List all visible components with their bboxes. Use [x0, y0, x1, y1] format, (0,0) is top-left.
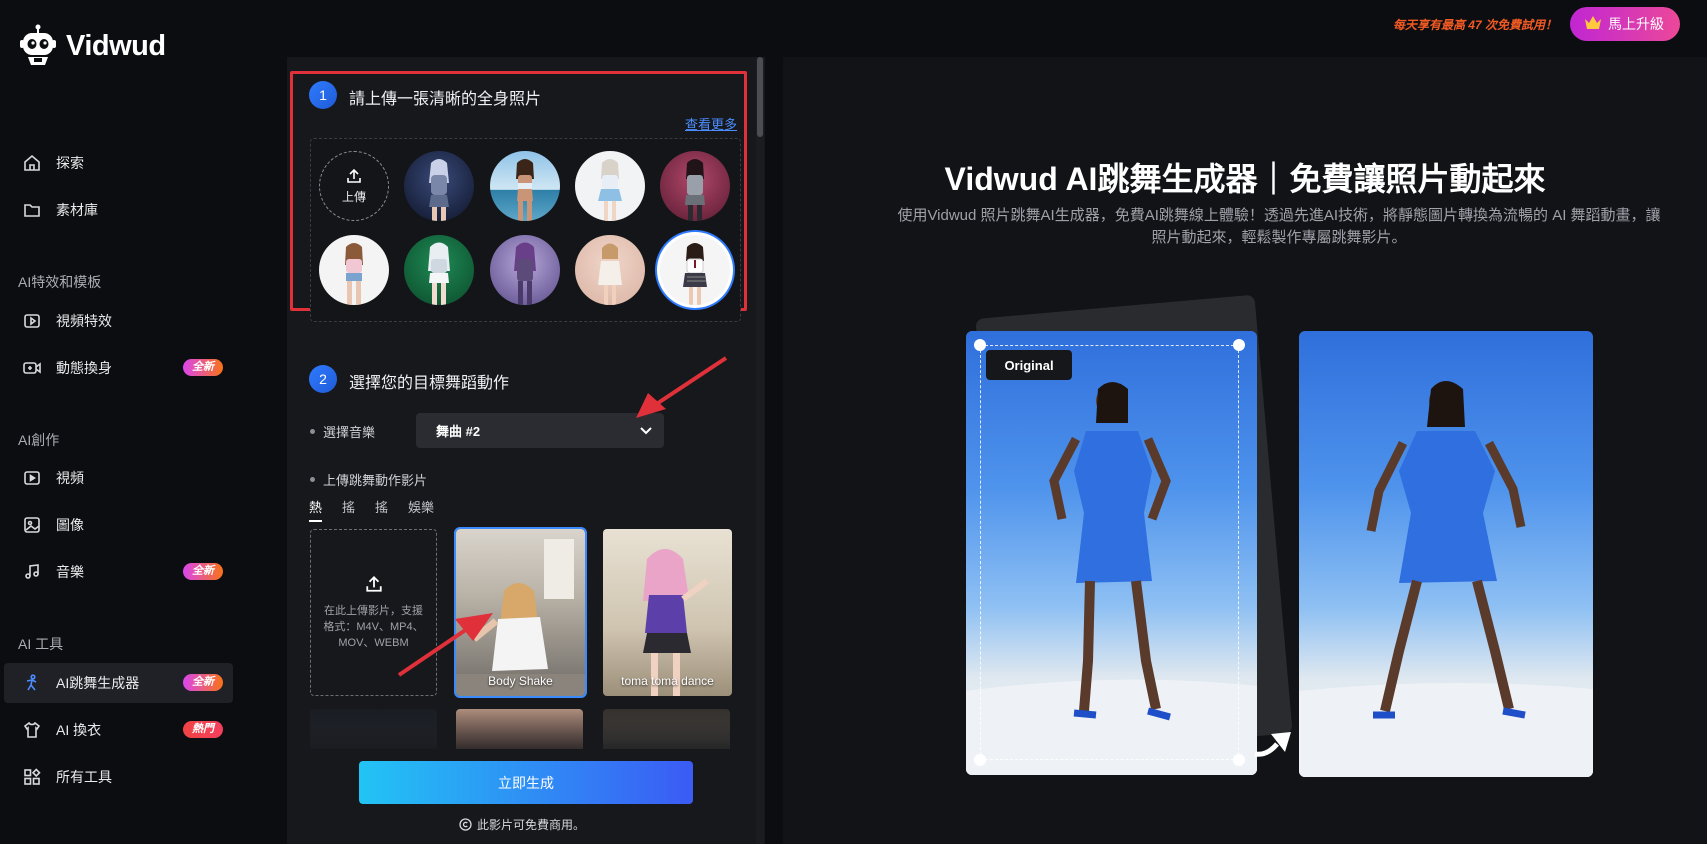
- avatar-option[interactable]: [404, 235, 474, 305]
- free-commercial-note: 此影片可免費商用。: [459, 816, 585, 833]
- dancer-thumbnail: [643, 549, 709, 696]
- model-figure-dancing: [1299, 381, 1593, 777]
- sidebar-item-label: 探索: [56, 155, 84, 171]
- upgrade-label: 馬上升級: [1608, 16, 1664, 32]
- crop-handle[interactable]: [1233, 339, 1245, 351]
- music-icon: [22, 562, 42, 582]
- avatar-option[interactable]: [575, 151, 645, 221]
- promo-text: 每天享有最高 47 次免費試用！: [1392, 18, 1557, 32]
- sidebar-item-library[interactable]: 素材庫: [4, 190, 233, 230]
- video-caption: toma toma dance: [621, 674, 714, 688]
- crop-handle[interactable]: [1233, 754, 1245, 766]
- video-option-toma-toma[interactable]: toma toma dance: [603, 529, 732, 696]
- sidebar-item-image[interactable]: 圖像: [4, 505, 233, 545]
- sidebar-item-video[interactable]: 視頻: [4, 458, 233, 498]
- music-label-text: 選擇音樂: [323, 425, 376, 440]
- upload-video-label-text: 上傳跳舞動作影片: [323, 473, 428, 488]
- sidebar-item-label: 素材庫: [56, 202, 98, 218]
- sidebar-item-ai-dance[interactable]: AI跳舞生成器 全新: [4, 663, 233, 703]
- sidebar-item-label: AI跳舞生成器: [56, 675, 140, 691]
- app-root: Vidwud 探索 素材庫 AI特效和模板 視頻特效 動態換身 全新 AI創作 …: [0, 0, 1707, 844]
- logo-text: Vidwud: [66, 29, 166, 62]
- new-badge: 全新: [183, 563, 223, 580]
- grid-icon: [22, 767, 42, 787]
- avatar-option[interactable]: [660, 151, 730, 221]
- logo[interactable]: Vidwud: [20, 24, 166, 68]
- scroll-thumb[interactable]: [757, 57, 763, 137]
- new-badge: 全新: [183, 359, 223, 376]
- see-more-link[interactable]: 查看更多: [685, 114, 737, 133]
- panel-scrollbar[interactable]: [756, 57, 764, 844]
- sidebar-item-ai-clothes[interactable]: AI 換衣 熱門: [4, 710, 233, 750]
- video-play-icon: [22, 468, 42, 488]
- chevron-down-icon: [640, 426, 652, 434]
- sidebar-item-music[interactable]: 音樂 全新: [4, 552, 233, 592]
- tab-shake-1[interactable]: 搖: [342, 497, 355, 522]
- sidebar-item-label: 圖像: [56, 517, 84, 533]
- crop-frame[interactable]: [980, 345, 1239, 760]
- upgrade-button[interactable]: 馬上升級: [1570, 7, 1680, 41]
- image-icon: [22, 515, 42, 535]
- avatar-option[interactable]: [404, 151, 474, 221]
- folder-icon: [22, 200, 42, 220]
- section-title-tools: AI 工具: [18, 636, 64, 652]
- avatar-option[interactable]: [319, 235, 389, 305]
- curved-arrow-icon: [1254, 732, 1291, 757]
- copyright-icon: [459, 818, 472, 831]
- upload-icon: [347, 168, 361, 183]
- camera-swap-icon: [22, 358, 42, 378]
- upload-label: 上傳: [341, 189, 366, 204]
- step2-title: 選擇您的目標舞蹈動作: [349, 375, 510, 392]
- result-photo: [1299, 331, 1593, 777]
- sidebar-item-label: 動態換身: [56, 360, 112, 376]
- shirt-icon: [22, 720, 42, 740]
- section-title-creation: AI創作: [18, 432, 60, 448]
- sidebar-item-label: 音樂: [56, 564, 84, 580]
- sidebar-item-label: 所有工具: [56, 769, 112, 785]
- section-title-effects: AI特效和模板: [18, 274, 102, 290]
- avatar-option[interactable]: [575, 235, 645, 305]
- free-note-text: 此影片可免費商用。: [477, 818, 586, 832]
- sidebar-item-face-swap[interactable]: 動態換身 全新: [4, 348, 233, 388]
- page-title: Vidwud AI跳舞生成器｜免費讓照片動起來: [944, 161, 1546, 197]
- tab-shake-2[interactable]: 搖: [375, 497, 388, 522]
- panel-fade: [287, 700, 756, 760]
- dance-icon: [22, 673, 42, 693]
- dance-category-tabs: 熱 搖 搖 娛樂: [309, 497, 434, 522]
- upload-photo-button[interactable]: 上傳: [319, 151, 389, 221]
- avatar-option-selected[interactable]: [660, 235, 730, 305]
- sidebar-item-all-tools[interactable]: 所有工具: [4, 757, 233, 797]
- music-label: 選擇音樂: [310, 422, 375, 441]
- page-subtitle: 使用Vidwud 照片跳舞AI生成器，免費AI跳舞線上體驗！透過先進AI技術，將…: [897, 207, 1661, 246]
- crop-handle[interactable]: [974, 754, 986, 766]
- music-select[interactable]: 舞曲 #2: [416, 413, 664, 448]
- step1-title: 請上傳一張清晰的全身照片: [349, 91, 542, 108]
- arrow-annotation: [397, 613, 493, 677]
- tab-entertainment[interactable]: 娛樂: [408, 497, 434, 522]
- home-icon: [22, 153, 42, 173]
- music-select-value: 舞曲 #2: [436, 424, 481, 439]
- sidebar-item-video-effects[interactable]: 視頻特效: [4, 301, 233, 341]
- step-number-2: 2: [309, 365, 337, 393]
- avatar-option[interactable]: [490, 235, 560, 305]
- sidebar-item-label: AI 換衣: [56, 722, 102, 738]
- original-tag: Original: [986, 350, 1072, 380]
- arrow-annotation: [636, 356, 728, 418]
- sidebar-item-label: 視頻: [56, 470, 84, 486]
- upload-icon: [365, 575, 382, 592]
- sidebar-item-explore[interactable]: 探索: [4, 143, 233, 183]
- crown-icon: [1584, 15, 1602, 34]
- video-effect-icon: [22, 311, 42, 331]
- new-badge: 全新: [183, 674, 223, 691]
- robot-logo-icon: [20, 24, 56, 68]
- generate-button[interactable]: 立即生成: [359, 761, 693, 804]
- hot-badge: 熱門: [183, 721, 223, 738]
- sidebar-item-label: 視頻特效: [56, 313, 112, 329]
- step-number-1: 1: [309, 81, 337, 109]
- sidebar: Vidwud 探索 素材庫 AI特效和模板 視頻特效 動態換身 全新 AI創作 …: [0, 0, 240, 844]
- tab-hot[interactable]: 熱: [309, 497, 323, 522]
- avatar-option[interactable]: [490, 151, 560, 221]
- crop-handle[interactable]: [974, 339, 986, 351]
- upload-video-label: 上傳跳舞動作影片: [310, 470, 427, 489]
